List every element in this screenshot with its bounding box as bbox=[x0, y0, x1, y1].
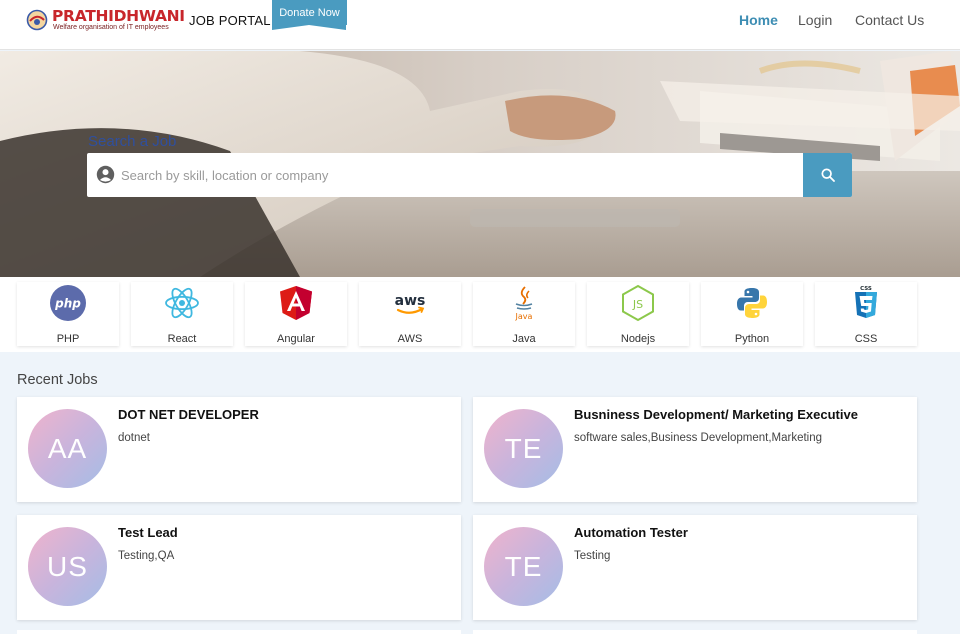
skill-label: Nodejs bbox=[620, 333, 656, 345]
svg-text:aws: aws bbox=[395, 293, 426, 309]
react-icon bbox=[165, 287, 199, 319]
nav-login[interactable]: Login bbox=[798, 12, 832, 28]
job-card-partial[interactable] bbox=[473, 630, 917, 634]
job-title: Automation Tester bbox=[574, 525, 688, 540]
skill-tile-aws[interactable]: aws AWS bbox=[359, 282, 461, 346]
skill-tile-nodejs[interactable]: JS Nodejs bbox=[587, 282, 689, 346]
donate-button[interactable]: Donate Now bbox=[272, 0, 347, 30]
job-card[interactable]: AA DOT NET DEVELOPER dotnet bbox=[17, 397, 461, 502]
company-avatar: TE bbox=[484, 527, 563, 606]
skill-tile-css[interactable]: CSS CSS bbox=[815, 282, 917, 346]
skill-label: PHP bbox=[56, 333, 80, 345]
php-icon: php bbox=[50, 285, 86, 321]
skill-tile-php[interactable]: php PHP bbox=[17, 282, 119, 346]
brand-name: PRATHIDHWANI bbox=[52, 7, 185, 25]
java-icon: Java bbox=[515, 286, 533, 321]
nav-contact-us[interactable]: Contact Us bbox=[855, 12, 924, 28]
logo-emblem-icon bbox=[26, 9, 48, 31]
job-card[interactable]: TE Automation Tester Testing bbox=[473, 515, 917, 620]
search-bar bbox=[87, 153, 852, 197]
python-icon bbox=[737, 288, 767, 318]
top-header: PRATHIDHWANI Welfare organisation of IT … bbox=[0, 0, 960, 50]
skill-label: AWS bbox=[397, 333, 423, 345]
skill-tile-react[interactable]: React bbox=[131, 282, 233, 346]
skill-label: Angular bbox=[277, 333, 315, 345]
portal-title: JOB PORTAL bbox=[189, 13, 271, 28]
job-skills: Testing bbox=[574, 550, 611, 562]
css3-icon: CSS bbox=[855, 286, 877, 318]
skill-tile-python[interactable]: Python bbox=[701, 282, 803, 346]
company-avatar: US bbox=[28, 527, 107, 606]
skill-label: CSS bbox=[854, 333, 878, 345]
job-title: Test Lead bbox=[118, 525, 178, 540]
skill-label: Python bbox=[734, 333, 770, 345]
hero-banner: Search a Job bbox=[0, 51, 960, 277]
search-icon bbox=[820, 168, 835, 182]
job-skills: dotnet bbox=[118, 432, 150, 444]
svg-text:JS: JS bbox=[632, 298, 643, 311]
job-skills: Testing,QA bbox=[118, 550, 175, 562]
skill-tile-java[interactable]: Java Java bbox=[473, 282, 575, 346]
angular-icon bbox=[280, 286, 312, 320]
svg-text:CSS: CSS bbox=[860, 286, 872, 292]
job-card-partial[interactable] bbox=[17, 630, 461, 634]
job-skills: software sales,Business Development,Mark… bbox=[574, 432, 823, 444]
job-title: Busniness Development/ Marketing Executi… bbox=[574, 407, 858, 422]
brand-logo[interactable]: PRATHIDHWANI Welfare organisation of IT … bbox=[25, 7, 185, 37]
job-card[interactable]: TE Busniness Development/ Marketing Exec… bbox=[473, 397, 917, 502]
search-button[interactable] bbox=[803, 153, 852, 197]
search-heading: Search a Job bbox=[88, 133, 177, 150]
skills-strip: php PHP React Angular aws AWS Java Java … bbox=[0, 277, 960, 352]
job-title: DOT NET DEVELOPER bbox=[118, 407, 259, 422]
brand-tagline: Welfare organisation of IT employees bbox=[53, 24, 169, 31]
skill-label: React bbox=[167, 333, 197, 345]
company-avatar: AA bbox=[28, 409, 107, 488]
svg-text:Java: Java bbox=[515, 312, 533, 321]
job-card[interactable]: US Test Lead Testing,QA bbox=[17, 515, 461, 620]
company-avatar: TE bbox=[484, 409, 563, 488]
account-circle-icon bbox=[96, 165, 115, 184]
skill-tile-angular[interactable]: Angular bbox=[245, 282, 347, 346]
svg-text:php: php bbox=[54, 297, 81, 311]
skill-label: Java bbox=[512, 333, 536, 345]
recent-jobs-heading: Recent Jobs bbox=[17, 372, 98, 388]
nodejs-icon: JS bbox=[622, 284, 654, 322]
search-input[interactable] bbox=[121, 153, 801, 197]
aws-icon: aws bbox=[395, 293, 426, 314]
nav-home[interactable]: Home bbox=[739, 12, 778, 28]
